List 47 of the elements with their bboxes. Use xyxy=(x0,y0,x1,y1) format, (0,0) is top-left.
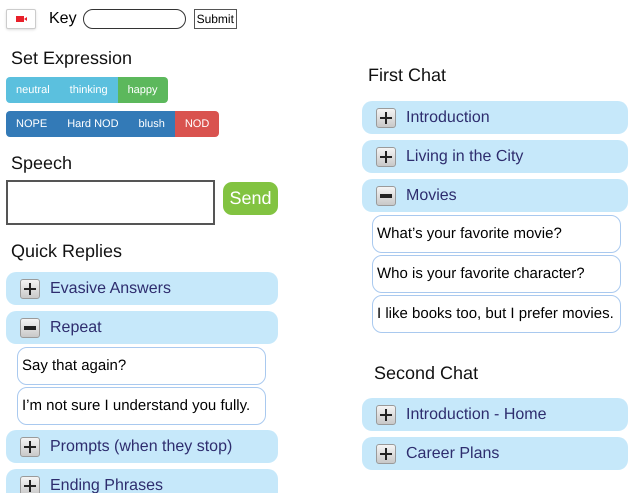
record-button[interactable] xyxy=(6,9,36,29)
expression-button[interactable]: NOPE xyxy=(6,111,58,137)
section-title: Set Expression xyxy=(11,47,134,70)
expression-button[interactable]: NOD xyxy=(174,111,220,137)
accordion-header[interactable]: Movies xyxy=(362,179,628,212)
reply-option[interactable]: Say that again? xyxy=(17,347,266,385)
expand-icon[interactable] xyxy=(20,436,40,456)
accordion-header[interactable]: Ending Phrases xyxy=(6,469,278,493)
accordion-header[interactable]: Career Plans xyxy=(362,437,628,470)
accordion-label: Evasive Answers xyxy=(50,278,171,298)
expand-icon[interactable] xyxy=(376,444,396,464)
accordion-header[interactable]: Evasive Answers xyxy=(6,272,278,305)
section-title: Quick Replies xyxy=(11,240,124,263)
accordion-label: Living in the City xyxy=(406,146,524,166)
key-field[interactable] xyxy=(82,9,186,29)
expand-icon[interactable] xyxy=(376,108,396,128)
accordion-label: Introduction xyxy=(406,108,490,128)
expression-button[interactable]: Hard NOD xyxy=(57,111,129,137)
section-title: Second Chat xyxy=(374,362,480,385)
accordion-label: Introduction - Home xyxy=(406,404,547,424)
expand-icon[interactable] xyxy=(20,278,40,298)
accordion-label: Movies xyxy=(406,186,457,206)
accordion-header[interactable]: Living in the City xyxy=(362,140,628,173)
expand-icon[interactable] xyxy=(376,404,396,424)
reply-option[interactable]: I like books too, but I prefer movies. xyxy=(372,295,621,333)
expand-icon[interactable] xyxy=(376,146,396,166)
camera-icon xyxy=(16,16,26,22)
expression-button[interactable]: blush xyxy=(128,111,175,137)
section-title: Speech xyxy=(11,152,74,175)
collapse-icon[interactable] xyxy=(20,318,40,338)
accordion-label: Repeat xyxy=(50,318,102,338)
accordion-header[interactable]: Prompts (when they stop) xyxy=(6,430,278,463)
expand-icon[interactable] xyxy=(20,476,40,493)
submit-button[interactable]: Submit xyxy=(194,9,237,29)
accordion-header[interactable]: Repeat xyxy=(6,311,278,344)
section-title: First Chat xyxy=(368,64,448,87)
speech-field[interactable] xyxy=(6,180,215,225)
key-label: Key xyxy=(49,9,77,29)
reply-option[interactable]: What’s your favorite movie? xyxy=(372,215,621,253)
reply-option[interactable]: I’m not sure I understand you fully. xyxy=(17,387,266,425)
collapse-icon[interactable] xyxy=(376,186,396,206)
accordion-label: Prompts (when they stop) xyxy=(50,436,232,456)
accordion-label: Ending Phrases xyxy=(50,476,163,493)
accordion-header[interactable]: Introduction - Home xyxy=(362,398,628,431)
reply-option[interactable]: Who is your favorite character? xyxy=(372,255,621,293)
accordion-label: Career Plans xyxy=(406,444,500,464)
accordion-header[interactable]: Introduction xyxy=(362,101,628,134)
